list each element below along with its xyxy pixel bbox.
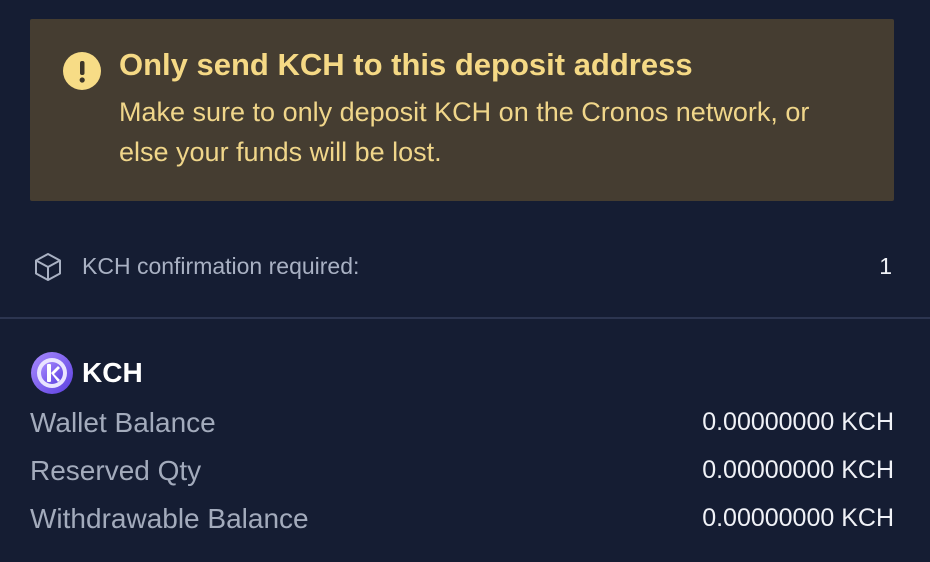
wallet-balance-label: Wallet Balance xyxy=(30,407,216,438)
withdrawable-balance-row: Withdrawable Balance 0.00000000 KCH xyxy=(30,499,894,539)
coin-symbol: KCH xyxy=(82,357,143,388)
deposit-warning-banner: Only send KCH to this deposit address Ma… xyxy=(30,19,894,201)
coin-header: KCH xyxy=(30,350,330,396)
divider xyxy=(0,317,930,319)
wallet-balance-row: Wallet Balance 0.00000000 KCH xyxy=(30,403,894,443)
confirmation-row: KCH confirmation required: 1 xyxy=(30,248,894,288)
kch-logo-icon xyxy=(30,351,74,395)
confirmation-label: KCH confirmation required: xyxy=(82,253,360,279)
withdrawable-balance-value: 0.00000000 KCH xyxy=(702,504,894,532)
warning-message: Make sure to only deposit KCH on the Cro… xyxy=(119,97,810,167)
confirmation-count: 1 xyxy=(879,253,892,279)
reserved-qty-label: Reserved Qty xyxy=(30,455,202,486)
reserved-qty-value: 0.00000000 KCH xyxy=(702,456,894,484)
reserved-qty-row: Reserved Qty 0.00000000 KCH xyxy=(30,451,894,491)
deposit-panel: Only send KCH to this deposit address Ma… xyxy=(0,0,930,562)
exclamation-icon xyxy=(63,52,101,90)
warning-title: Only send KCH to this deposit address xyxy=(119,47,693,82)
withdrawable-balance-label: Withdrawable Balance xyxy=(30,503,309,534)
box-icon xyxy=(32,251,64,283)
wallet-balance-value: 0.00000000 KCH xyxy=(702,408,894,436)
